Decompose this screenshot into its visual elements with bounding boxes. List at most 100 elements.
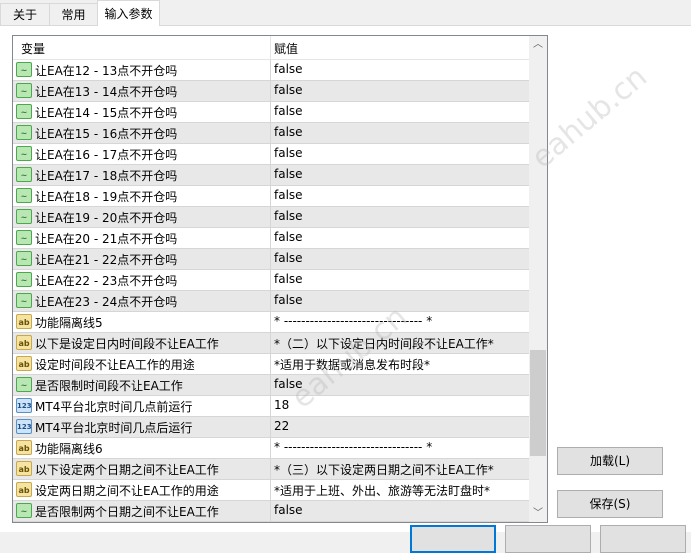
param-name: 让EA在23 - 24点不开仓吗 bbox=[35, 295, 178, 309]
table-row[interactable]: ~ 让EA在17 - 18点不开仓吗 false bbox=[13, 165, 529, 186]
param-value[interactable]: false bbox=[274, 230, 303, 244]
string-param-icon: ab bbox=[16, 314, 32, 329]
table-row[interactable]: ~ 让EA在12 - 13点不开仓吗 false bbox=[13, 60, 529, 81]
param-value[interactable]: false bbox=[274, 167, 303, 181]
number-param-icon: 123 bbox=[16, 419, 32, 434]
bool-param-icon: ~ bbox=[16, 146, 32, 161]
cancel-button[interactable] bbox=[505, 525, 591, 553]
param-value[interactable]: 18 bbox=[274, 398, 289, 412]
param-value[interactable]: * -------------------------------- * bbox=[274, 314, 432, 328]
param-name: 让EA在20 - 21点不开仓吗 bbox=[35, 232, 178, 246]
param-value[interactable]: false bbox=[274, 83, 303, 97]
param-name: 设定时间段不让EA工作的用途 bbox=[35, 358, 195, 372]
parameters-table: 变量 赋值 ~ 让EA在12 - 13点不开仓吗 false ~ 让EA在13 -… bbox=[12, 35, 548, 523]
table-row[interactable]: ab 功能隔离线6 * ----------------------------… bbox=[13, 438, 529, 459]
table-row[interactable]: ab 以下是设定日内时间段不让EA工作 *（二）以下设定日内时间段不让EA工作* bbox=[13, 333, 529, 354]
param-name: 让EA在16 - 17点不开仓吗 bbox=[35, 148, 178, 162]
param-value[interactable]: false bbox=[274, 188, 303, 202]
table-row[interactable]: ~ 让EA在14 - 15点不开仓吗 false bbox=[13, 102, 529, 123]
table-row[interactable]: ~ 是否限制两个日期之间不让EA工作 false bbox=[13, 501, 529, 522]
param-value[interactable]: *适用于数据或消息发布时段* bbox=[274, 356, 430, 373]
tab-common[interactable]: 常用 bbox=[49, 3, 98, 25]
bool-param-icon: ~ bbox=[16, 293, 32, 308]
save-button[interactable]: 保存(S) bbox=[557, 490, 663, 518]
ok-button[interactable] bbox=[410, 525, 496, 553]
table-row[interactable]: ~ 让EA在22 - 23点不开仓吗 false bbox=[13, 270, 529, 291]
tab-about[interactable]: 关于 bbox=[0, 3, 50, 25]
table-row[interactable]: 123 MT4平台北京时间几点前运行 18 bbox=[13, 396, 529, 417]
table-row[interactable]: ~ 让EA在18 - 19点不开仓吗 false bbox=[13, 186, 529, 207]
tab-inputs[interactable]: 输入参数 bbox=[97, 0, 160, 26]
param-value[interactable]: *（二）以下设定日内时间段不让EA工作* bbox=[274, 335, 494, 352]
param-value[interactable]: *适用于上班、外出、旅游等无法盯盘时* bbox=[274, 482, 490, 499]
bool-param-icon: ~ bbox=[16, 209, 32, 224]
param-value[interactable]: false bbox=[274, 293, 303, 307]
vertical-scrollbar[interactable]: ︿ ﹀ bbox=[529, 36, 547, 522]
column-header-variable[interactable]: 变量 bbox=[21, 40, 45, 57]
bool-param-icon: ~ bbox=[16, 251, 32, 266]
param-value[interactable]: *（三）以下设定两日期之间不让EA工作* bbox=[274, 461, 494, 478]
param-name: 是否限制时间段不让EA工作 bbox=[35, 379, 183, 393]
column-header-value[interactable]: 赋值 bbox=[274, 40, 298, 57]
param-name: MT4平台北京时间几点前运行 bbox=[35, 400, 193, 414]
tab-bar: 关于 常用 输入参数 bbox=[0, 0, 691, 26]
table-row[interactable]: ~ 让EA在16 - 17点不开仓吗 false bbox=[13, 144, 529, 165]
param-name: 是否限制两个日期之间不让EA工作 bbox=[35, 505, 219, 519]
param-name: 让EA在17 - 18点不开仓吗 bbox=[35, 169, 178, 183]
param-value[interactable]: false bbox=[274, 209, 303, 223]
param-value[interactable]: false bbox=[274, 377, 303, 391]
param-value[interactable]: false bbox=[274, 251, 303, 265]
table-row[interactable]: ab 以下设定两个日期之间不让EA工作 *（三）以下设定两日期之间不让EA工作* bbox=[13, 459, 529, 480]
bool-param-icon: ~ bbox=[16, 104, 32, 119]
string-param-icon: ab bbox=[16, 440, 32, 455]
param-value[interactable]: 22 bbox=[274, 419, 289, 433]
param-name: 以下设定两个日期之间不让EA工作 bbox=[35, 463, 219, 477]
param-name: 功能隔离线6 bbox=[35, 442, 103, 456]
table-row[interactable]: ~ 让EA在23 - 24点不开仓吗 false bbox=[13, 291, 529, 312]
param-name: 功能隔离线5 bbox=[35, 316, 103, 330]
param-name: 让EA在21 - 22点不开仓吗 bbox=[35, 253, 178, 267]
bool-param-icon: ~ bbox=[16, 62, 32, 77]
bool-param-icon: ~ bbox=[16, 167, 32, 182]
bool-param-icon: ~ bbox=[16, 272, 32, 287]
param-value[interactable]: false bbox=[274, 146, 303, 160]
string-param-icon: ab bbox=[16, 461, 32, 476]
param-value[interactable]: * -------------------------------- * bbox=[274, 440, 432, 454]
scroll-up-icon[interactable]: ︿ bbox=[529, 36, 547, 53]
bool-param-icon: ~ bbox=[16, 83, 32, 98]
string-param-icon: ab bbox=[16, 356, 32, 371]
param-value[interactable]: false bbox=[274, 62, 303, 76]
param-value[interactable]: false bbox=[274, 104, 303, 118]
param-value[interactable]: false bbox=[274, 272, 303, 286]
table-row[interactable]: ~ 让EA在15 - 16点不开仓吗 false bbox=[13, 123, 529, 144]
table-row[interactable]: 123 MT4平台北京时间几点后运行 22 bbox=[13, 417, 529, 438]
param-name: 让EA在14 - 15点不开仓吗 bbox=[35, 106, 178, 120]
table-row[interactable]: ab 设定时间段不让EA工作的用途 *适用于数据或消息发布时段* bbox=[13, 354, 529, 375]
param-name: 让EA在22 - 23点不开仓吗 bbox=[35, 274, 178, 288]
table-row[interactable]: ~ 让EA在20 - 21点不开仓吗 false bbox=[13, 228, 529, 249]
table-header: 变量 赋值 bbox=[13, 36, 529, 60]
table-row[interactable]: ~ 是否限制时间段不让EA工作 false bbox=[13, 375, 529, 396]
param-name: 让EA在18 - 19点不开仓吗 bbox=[35, 190, 178, 204]
table-row[interactable]: ~ 让EA在21 - 22点不开仓吗 false bbox=[13, 249, 529, 270]
param-value[interactable]: false bbox=[274, 125, 303, 139]
bool-param-icon: ~ bbox=[16, 503, 32, 518]
load-button[interactable]: 加载(L) bbox=[557, 447, 663, 475]
param-name: 设定两日期之间不让EA工作的用途 bbox=[35, 484, 219, 498]
scrollbar-thumb[interactable] bbox=[530, 350, 546, 456]
param-name: 以下是设定日内时间段不让EA工作 bbox=[35, 337, 219, 351]
table-row[interactable]: ~ 让EA在13 - 14点不开仓吗 false bbox=[13, 81, 529, 102]
param-name: 让EA在19 - 20点不开仓吗 bbox=[35, 211, 178, 225]
param-name: 让EA在15 - 16点不开仓吗 bbox=[35, 127, 178, 141]
string-param-icon: ab bbox=[16, 335, 32, 350]
table-row[interactable]: ~ 让EA在19 - 20点不开仓吗 false bbox=[13, 207, 529, 228]
bool-param-icon: ~ bbox=[16, 125, 32, 140]
reset-button[interactable] bbox=[600, 525, 686, 553]
param-value[interactable]: false bbox=[274, 503, 303, 517]
table-row[interactable]: ab 设定两日期之间不让EA工作的用途 *适用于上班、外出、旅游等无法盯盘时* bbox=[13, 480, 529, 501]
bool-param-icon: ~ bbox=[16, 377, 32, 392]
param-name: 让EA在13 - 14点不开仓吗 bbox=[35, 85, 178, 99]
number-param-icon: 123 bbox=[16, 398, 32, 413]
table-row[interactable]: ab 功能隔离线5 * ----------------------------… bbox=[13, 312, 529, 333]
scroll-down-icon[interactable]: ﹀ bbox=[529, 505, 547, 522]
